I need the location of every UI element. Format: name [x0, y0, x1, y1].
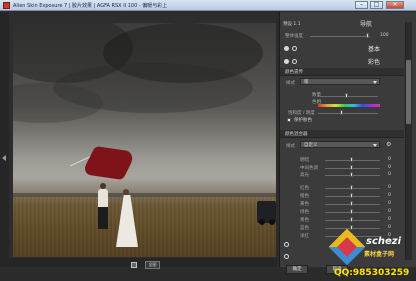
overall-slider-track[interactable]: [310, 36, 370, 37]
mixer-slider-thumb[interactable]: [350, 217, 353, 222]
mixer-label: 红色: [300, 186, 309, 191]
preset-label: 预设 1.1: [283, 22, 301, 27]
fit-zoom-button[interactable]: 全图: [145, 261, 160, 269]
mixer-label: 青色: [300, 218, 309, 223]
watermark-sub: 素材盒子网: [364, 251, 395, 258]
amount-slider-thumb[interactable]: [345, 93, 348, 98]
maximize-button[interactable]: □: [370, 1, 383, 9]
mixer-slider-thumb[interactable]: [350, 157, 353, 162]
radio-icon[interactable]: [284, 242, 289, 247]
amount-label: 数量: [312, 93, 321, 98]
preserve-checkbox[interactable]: [287, 118, 291, 122]
close-button[interactable]: ✕: [386, 1, 404, 9]
mixer-label: 中间色调: [300, 166, 318, 171]
mixer-label: 黄色: [300, 202, 309, 207]
mixer-value: 0: [388, 193, 391, 198]
preserve-label: 保护肤色: [294, 118, 312, 123]
mixer-label: 绿色: [300, 210, 309, 215]
gear-icon[interactable]: ⚙: [386, 141, 391, 148]
radio-icon[interactable]: [284, 46, 289, 51]
zoom-icon[interactable]: [131, 262, 137, 268]
mixer-value: 0: [388, 172, 391, 177]
section-basic[interactable]: 基本: [368, 44, 380, 53]
mixer-value: 0: [388, 201, 391, 206]
navigator-tab[interactable]: 导航: [360, 19, 372, 28]
watermark-brand: schezi: [366, 236, 402, 247]
mixer-value: 0: [388, 225, 391, 230]
ok-button[interactable]: 确定: [286, 265, 308, 274]
mixer-slider-thumb[interactable]: [350, 165, 353, 170]
mixer-slider-thumb[interactable]: [350, 201, 353, 206]
radio-icon[interactable]: [292, 59, 297, 64]
watermark-qq: QQ:985303259: [334, 268, 410, 278]
mixer-label: 橙色: [300, 194, 309, 199]
window-title: Alien Skin Exposure 7 | 胶片效果 | AGFA RSX …: [13, 3, 168, 9]
mixer-label: 高光: [300, 173, 309, 178]
saturation-slider[interactable]: [318, 113, 378, 114]
channel-header[interactable]: 颜色混合器: [280, 130, 404, 138]
red-veil: [81, 146, 137, 180]
left-panel-strip: [0, 12, 9, 267]
bottom-toolbar: [9, 258, 277, 267]
style-label: 样式: [286, 144, 295, 149]
mixer-label: 明暗: [300, 158, 309, 163]
radio-icon[interactable]: [284, 59, 289, 64]
minimize-button[interactable]: –: [355, 1, 368, 9]
mixer-value: 0: [388, 157, 391, 162]
preview-photo[interactable]: [13, 23, 276, 257]
title-bar: Alien Skin Exposure 7 | 胶片效果 | AGFA RSX …: [0, 0, 416, 11]
amount-slider[interactable]: [318, 96, 378, 97]
mixer-value: 0: [388, 185, 391, 190]
mixer-value: 0: [388, 165, 391, 170]
saturation-label: 饱和度 / 明度: [288, 111, 315, 116]
overall-slider-thumb[interactable]: [366, 33, 369, 38]
tone-dropdown[interactable]: 暖: [300, 78, 380, 85]
radio-icon[interactable]: [284, 254, 289, 259]
panel-scrollbar-thumb[interactable]: [406, 60, 411, 124]
mixer-slider-thumb[interactable]: [350, 185, 353, 190]
style-dropdown[interactable]: 自定义: [300, 141, 380, 148]
overall-value: 100: [380, 33, 389, 38]
section-color[interactable]: 彩色: [368, 57, 380, 66]
select-label: 样式: [286, 81, 295, 86]
saturation-slider-thumb[interactable]: [340, 110, 343, 115]
app-icon: [3, 2, 10, 9]
groom-figure: [98, 189, 108, 229]
mixer-label: 洋红: [300, 234, 309, 239]
mixer-value: 0: [388, 217, 391, 222]
mixer-slider-thumb[interactable]: [350, 209, 353, 214]
mixer-label: 蓝色: [300, 226, 309, 231]
panel-scrollbar[interactable]: [405, 22, 412, 260]
radio-icon[interactable]: [292, 46, 297, 51]
mixer-value: 0: [388, 209, 391, 214]
hue-bar[interactable]: [318, 104, 380, 107]
mixer-slider-thumb[interactable]: [350, 225, 353, 230]
tone-header[interactable]: 颜色遗传: [280, 68, 404, 76]
mixer-slider-thumb[interactable]: [350, 193, 353, 198]
overall-label: 整体强度: [285, 34, 303, 39]
mixer-slider-thumb[interactable]: [350, 172, 353, 177]
collapse-arrow-icon[interactable]: [2, 155, 6, 161]
